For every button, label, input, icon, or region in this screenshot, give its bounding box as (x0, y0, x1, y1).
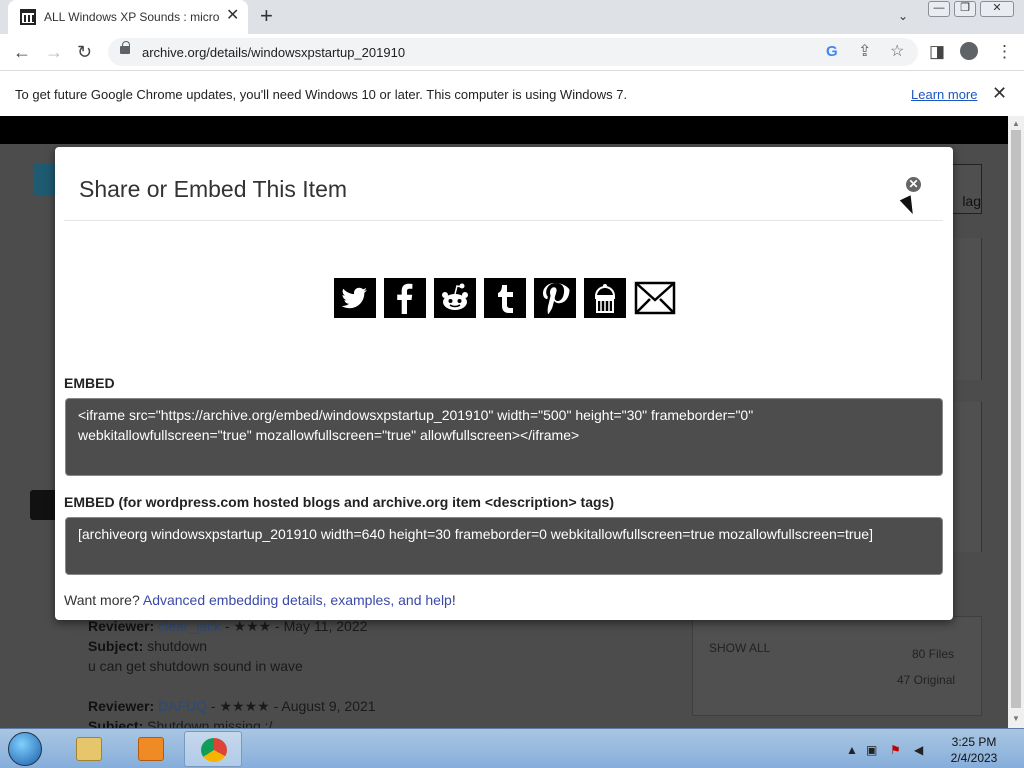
subject-value: shutdown (147, 638, 208, 654)
windows-taskbar: ▲ ▣ ⚑ ◀ 3:25 PM 2/4/2023 (0, 728, 1024, 768)
taskbar-explorer[interactable] (60, 731, 118, 767)
files-panel (692, 616, 982, 716)
show-all-link[interactable]: SHOW ALL (709, 641, 770, 655)
want-more-line: Want more? Advanced embedding details, e… (64, 592, 456, 608)
embed-wordpress-label: EMBED (for wordpress.com hosted blogs an… (64, 494, 614, 510)
files-original[interactable]: 47 Original (897, 673, 955, 687)
restore-button[interactable]: ❐ (954, 1, 976, 17)
subject-value: Shutdown missing :/ (147, 718, 273, 728)
google-icon[interactable]: G (826, 42, 838, 62)
tray-volume-icon[interactable]: ◀ (914, 743, 923, 757)
close-window-button[interactable]: ✕ (980, 1, 1014, 17)
learn-more-link[interactable]: Learn more (911, 87, 977, 102)
review-1-reviewer: Reviewer: clear_jack - ★★★ - May 11, 202… (88, 618, 367, 635)
media-player-icon (138, 737, 164, 761)
embed-wordpress-textarea[interactable]: [archiveorg windowsxpstartup_201910 widt… (65, 517, 943, 575)
scroll-down-icon[interactable]: ▼ (1012, 714, 1020, 723)
folder-icon (76, 737, 102, 761)
tab-search-icon[interactable]: ⌄ (898, 9, 908, 23)
review-2-subject: Subject: Shutdown missing :/ (88, 718, 272, 728)
email-icon[interactable] (634, 278, 676, 318)
tray-overflow-icon[interactable]: ▲ (846, 743, 858, 757)
facebook-icon[interactable] (384, 278, 426, 318)
reload-button[interactable]: ↻ (77, 41, 92, 63)
reviewer-name-link[interactable]: clear_jack (158, 618, 221, 634)
browser-tab[interactable]: ALL Windows XP Sounds : microsoft ✕ (8, 0, 248, 34)
advanced-embedding-link[interactable]: Advanced embedding details, examples, an… (143, 592, 452, 608)
taskbar-clock[interactable]: 3:25 PM 2/4/2023 (944, 734, 1004, 766)
want-more-text: Want more? (64, 592, 140, 608)
files-count[interactable]: 80 Files (912, 647, 954, 661)
scroll-up-icon[interactable]: ▲ (1012, 119, 1020, 128)
share-embed-modal: Share or Embed This Item ✕ EMBED <iframe… (55, 147, 953, 620)
archive-favicon-icon (20, 9, 36, 25)
taskbar-chrome[interactable] (184, 731, 242, 767)
forward-button[interactable]: → (45, 41, 63, 63)
back-button[interactable]: ← (13, 41, 31, 63)
taskbar-media-player[interactable] (122, 731, 180, 767)
chrome-icon (201, 738, 227, 762)
tab-title: ALL Windows XP Sounds : microsoft (44, 10, 220, 24)
pinterest-icon[interactable] (534, 278, 576, 318)
review-1-body: u can get shutdown sound in wave (88, 658, 303, 674)
url-text[interactable]: archive.org/details/windowsxpstartup_201… (142, 45, 405, 60)
review-meta: - ★★★★ - August 9, 2021 (207, 698, 376, 714)
address-bar[interactable]: archive.org/details/windowsxpstartup_201… (108, 38, 918, 66)
minimize-button[interactable]: — (928, 1, 950, 17)
bookmark-star-icon[interactable]: ☆ (890, 42, 904, 62)
subject-label: Subject: (88, 718, 144, 728)
reddit-icon[interactable] (434, 278, 476, 318)
tray-network-icon[interactable]: ▣ (866, 743, 877, 757)
embed-label: EMBED (64, 375, 115, 391)
modal-close-icon[interactable]: ✕ (906, 177, 921, 192)
review-meta: - ★★★ - May 11, 2022 (221, 618, 368, 634)
review-1-subject: Subject: shutdown (88, 638, 207, 654)
infobar-close-icon[interactable]: ✕ (992, 83, 1007, 104)
want-more-end: ! (451, 592, 456, 608)
embed-code-textarea[interactable]: <iframe src="https://archive.org/embed/w… (65, 398, 943, 476)
chrome-menu-icon[interactable]: ⋮ (996, 42, 1013, 62)
infobar-message: To get future Google Chrome updates, you… (15, 87, 628, 102)
reviewer-name-link[interactable]: DAFUQ (158, 698, 207, 714)
update-infobar: To get future Google Chrome updates, you… (0, 70, 1024, 116)
side-panel (952, 238, 982, 380)
twitter-icon[interactable] (334, 278, 376, 318)
modal-divider (64, 220, 943, 221)
share-page-icon[interactable]: ⇪ (858, 42, 871, 62)
new-tab-button[interactable]: + (260, 4, 273, 28)
profile-avatar-icon[interactable] (960, 42, 978, 60)
lock-icon[interactable] (120, 41, 130, 54)
scroll-thumb[interactable] (1011, 130, 1021, 708)
clock-time: 3:25 PM (951, 735, 997, 749)
tumblr-icon[interactable] (484, 278, 526, 318)
tab-strip: ALL Windows XP Sounds : microsoft ✕ + ⌄ … (0, 0, 1024, 34)
site-logo-icon (34, 164, 56, 196)
side-panel-icon[interactable]: ◨ (929, 42, 945, 62)
start-button[interactable] (8, 732, 42, 766)
subject-label: Subject: (88, 638, 144, 654)
reviewer-label: Reviewer: (88, 618, 155, 634)
tray-action-center-icon[interactable]: ⚑ (890, 743, 901, 757)
clock-date: 2/4/2023 (950, 751, 998, 765)
modal-title: Share or Embed This Item (79, 176, 348, 202)
browser-toolbar: ← → ↻ archive.org/details/windowsxpstart… (0, 34, 1024, 70)
review-2-reviewer: Reviewer: DAFUQ - ★★★★ - August 9, 2021 (88, 698, 376, 715)
side-panel-2 (952, 402, 982, 552)
site-topbar (0, 116, 1008, 144)
archive-icon[interactable] (584, 278, 626, 318)
page-scrollbar[interactable]: ▲ ▼ (1008, 116, 1024, 728)
reviewer-label: Reviewer: (88, 698, 155, 714)
reviews-bubble-icon (30, 490, 58, 520)
tab-close-icon[interactable]: ✕ (226, 8, 239, 24)
